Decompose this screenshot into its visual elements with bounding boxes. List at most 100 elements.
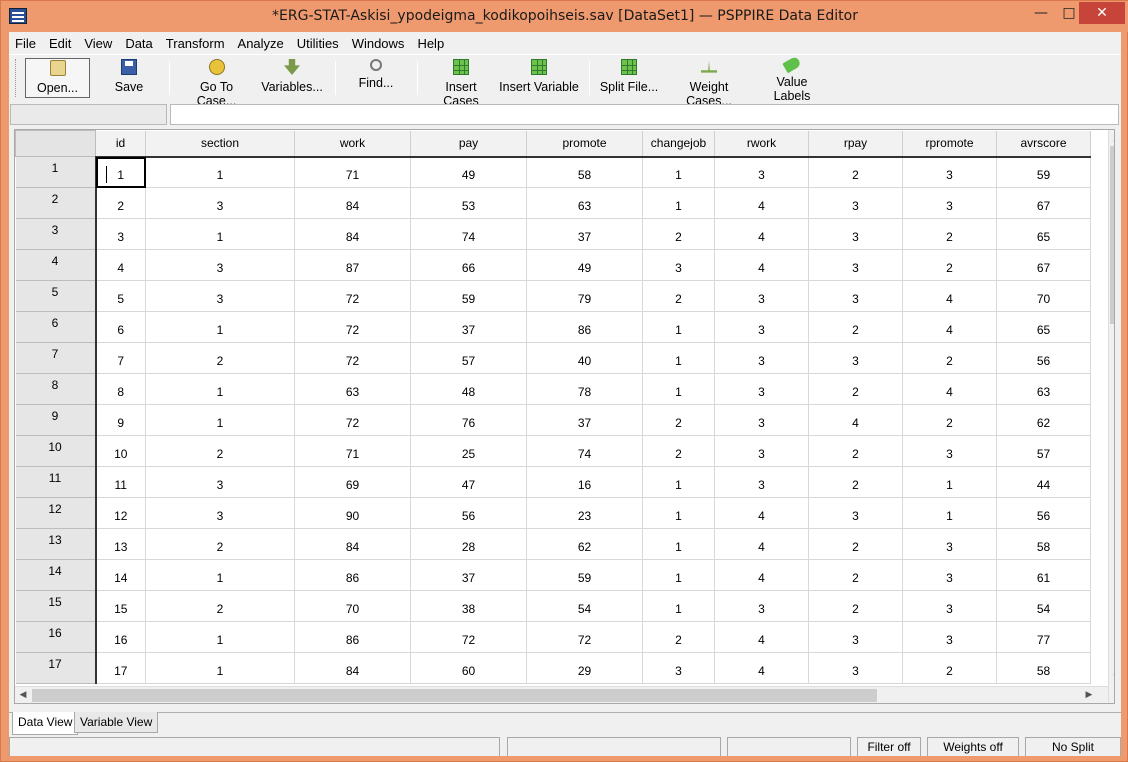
scroll-right-icon[interactable]: ▶ bbox=[1081, 687, 1097, 703]
data-cell[interactable]: 40 bbox=[526, 342, 643, 374]
data-cell[interactable]: 70 bbox=[996, 280, 1091, 312]
data-cell[interactable]: 74 bbox=[410, 218, 527, 250]
data-cell[interactable]: 3 bbox=[145, 280, 295, 312]
data-cell[interactable]: 8 bbox=[95, 373, 146, 405]
column-header[interactable]: avrscore bbox=[996, 130, 1091, 158]
data-cell[interactable]: 84 bbox=[294, 187, 411, 219]
row-header[interactable]: 14 bbox=[15, 559, 97, 591]
row-header[interactable]: 8 bbox=[15, 373, 97, 405]
row-header[interactable]: 4 bbox=[15, 249, 97, 281]
column-header[interactable]: changejob bbox=[642, 130, 715, 158]
data-cell[interactable]: 4 bbox=[714, 621, 809, 653]
data-cell[interactable]: 1 bbox=[642, 373, 715, 405]
data-cell[interactable]: 15 bbox=[95, 590, 146, 622]
data-cell[interactable]: 3 bbox=[714, 311, 809, 343]
data-cell[interactable]: 57 bbox=[410, 342, 527, 374]
data-cell[interactable]: 2 bbox=[145, 590, 295, 622]
data-cell[interactable]: 16 bbox=[95, 621, 146, 653]
scroll-down-icon[interactable]: ▼ bbox=[1109, 670, 1115, 686]
data-cell[interactable]: 4 bbox=[808, 404, 903, 436]
data-cell[interactable]: 1 bbox=[642, 342, 715, 374]
horizontal-scrollbar[interactable]: ◀ ▶ bbox=[15, 686, 1108, 703]
data-cell[interactable]: 59 bbox=[526, 559, 643, 591]
weight-cases-button[interactable]: Weight Cases... bbox=[667, 58, 751, 108]
data-cell[interactable]: 3 bbox=[714, 156, 809, 188]
data-cell[interactable]: 2 bbox=[808, 435, 903, 467]
data-cell[interactable]: 23 bbox=[526, 497, 643, 529]
column-header[interactable]: rpromote bbox=[902, 130, 997, 158]
horizontal-scroll-thumb[interactable] bbox=[32, 689, 877, 702]
data-cell[interactable]: 38 bbox=[410, 590, 527, 622]
data-cell[interactable]: 84 bbox=[294, 528, 411, 560]
scroll-left-icon[interactable]: ◀ bbox=[15, 687, 31, 703]
cell-content-field[interactable] bbox=[170, 104, 1119, 125]
data-cell[interactable]: 3 bbox=[808, 497, 903, 529]
data-cell[interactable]: 37 bbox=[526, 218, 643, 250]
data-cell[interactable]: 1 bbox=[145, 652, 295, 684]
data-cell[interactable]: 5 bbox=[95, 280, 146, 312]
data-cell[interactable]: 59 bbox=[996, 156, 1091, 188]
data-cell[interactable]: 3 bbox=[145, 497, 295, 529]
data-cell[interactable]: 54 bbox=[526, 590, 643, 622]
data-cell[interactable]: 2 bbox=[808, 528, 903, 560]
row-header[interactable]: 11 bbox=[15, 466, 97, 498]
data-cell[interactable]: 84 bbox=[294, 652, 411, 684]
data-cell[interactable]: 2 bbox=[808, 559, 903, 591]
data-cell[interactable]: 2 bbox=[902, 652, 997, 684]
data-cell[interactable]: 90 bbox=[294, 497, 411, 529]
data-cell[interactable]: 3 bbox=[145, 466, 295, 498]
data-cell[interactable]: 65 bbox=[996, 311, 1091, 343]
row-header[interactable]: 13 bbox=[15, 528, 97, 560]
data-grid[interactable]: id section work pay promote changejob rw… bbox=[14, 129, 1115, 704]
column-header[interactable]: work bbox=[294, 130, 411, 158]
data-cell[interactable]: 47 bbox=[410, 466, 527, 498]
data-cell[interactable]: 28 bbox=[410, 528, 527, 560]
column-header[interactable]: rwork bbox=[714, 130, 809, 158]
data-cell[interactable]: 1 bbox=[145, 621, 295, 653]
data-cell[interactable]: 65 bbox=[996, 218, 1091, 250]
row-header[interactable]: 2 bbox=[15, 187, 97, 219]
grid-corner[interactable] bbox=[15, 130, 96, 157]
save-button[interactable]: Save bbox=[103, 58, 155, 98]
row-header[interactable]: 10 bbox=[15, 435, 97, 467]
data-cell[interactable]: 2 bbox=[808, 311, 903, 343]
menu-transform[interactable]: Transform bbox=[164, 36, 227, 51]
data-cell[interactable]: 74 bbox=[526, 435, 643, 467]
data-cell[interactable]: 3 bbox=[902, 621, 997, 653]
data-cell[interactable]: 37 bbox=[526, 404, 643, 436]
data-cell[interactable]: 3 bbox=[714, 590, 809, 622]
data-cell[interactable]: 53 bbox=[410, 187, 527, 219]
variables-button[interactable]: Variables... bbox=[261, 58, 323, 98]
find-button[interactable]: Find... bbox=[355, 58, 397, 98]
data-cell[interactable]: 3 bbox=[808, 187, 903, 219]
data-cell[interactable]: 2 bbox=[902, 404, 997, 436]
scroll-up-icon[interactable]: ▲ bbox=[1109, 130, 1115, 146]
data-cell[interactable]: 3 bbox=[902, 435, 997, 467]
row-header[interactable]: 6 bbox=[15, 311, 97, 343]
data-cell[interactable]: 1 bbox=[642, 559, 715, 591]
row-header[interactable]: 9 bbox=[15, 404, 97, 436]
data-cell[interactable]: 3 bbox=[808, 621, 903, 653]
data-cell[interactable]: 3 bbox=[642, 652, 715, 684]
data-cell[interactable]: 2 bbox=[642, 218, 715, 250]
data-cell[interactable]: 1 bbox=[642, 156, 715, 188]
data-cell[interactable]: 3 bbox=[714, 373, 809, 405]
data-cell[interactable]: 72 bbox=[294, 404, 411, 436]
data-cell[interactable]: 7 bbox=[95, 342, 146, 374]
data-cell[interactable]: 3 bbox=[902, 156, 997, 188]
data-cell[interactable]: 4 bbox=[902, 311, 997, 343]
data-cell[interactable]: 4 bbox=[714, 652, 809, 684]
data-cell[interactable]: 1 bbox=[145, 559, 295, 591]
data-cell[interactable]: 44 bbox=[996, 466, 1091, 498]
data-cell[interactable]: 2 bbox=[902, 218, 997, 250]
data-cell[interactable]: 11 bbox=[95, 466, 146, 498]
cell-reference-field[interactable] bbox=[10, 104, 167, 125]
data-cell[interactable]: 6 bbox=[95, 311, 146, 343]
data-cell[interactable]: 29 bbox=[526, 652, 643, 684]
data-cell[interactable]: 3 bbox=[714, 466, 809, 498]
data-cell[interactable]: 16 bbox=[526, 466, 643, 498]
data-cell[interactable]: 17 bbox=[95, 652, 146, 684]
data-cell[interactable]: 72 bbox=[294, 311, 411, 343]
data-cell[interactable]: 49 bbox=[410, 156, 527, 188]
data-cell[interactable]: 4 bbox=[714, 497, 809, 529]
